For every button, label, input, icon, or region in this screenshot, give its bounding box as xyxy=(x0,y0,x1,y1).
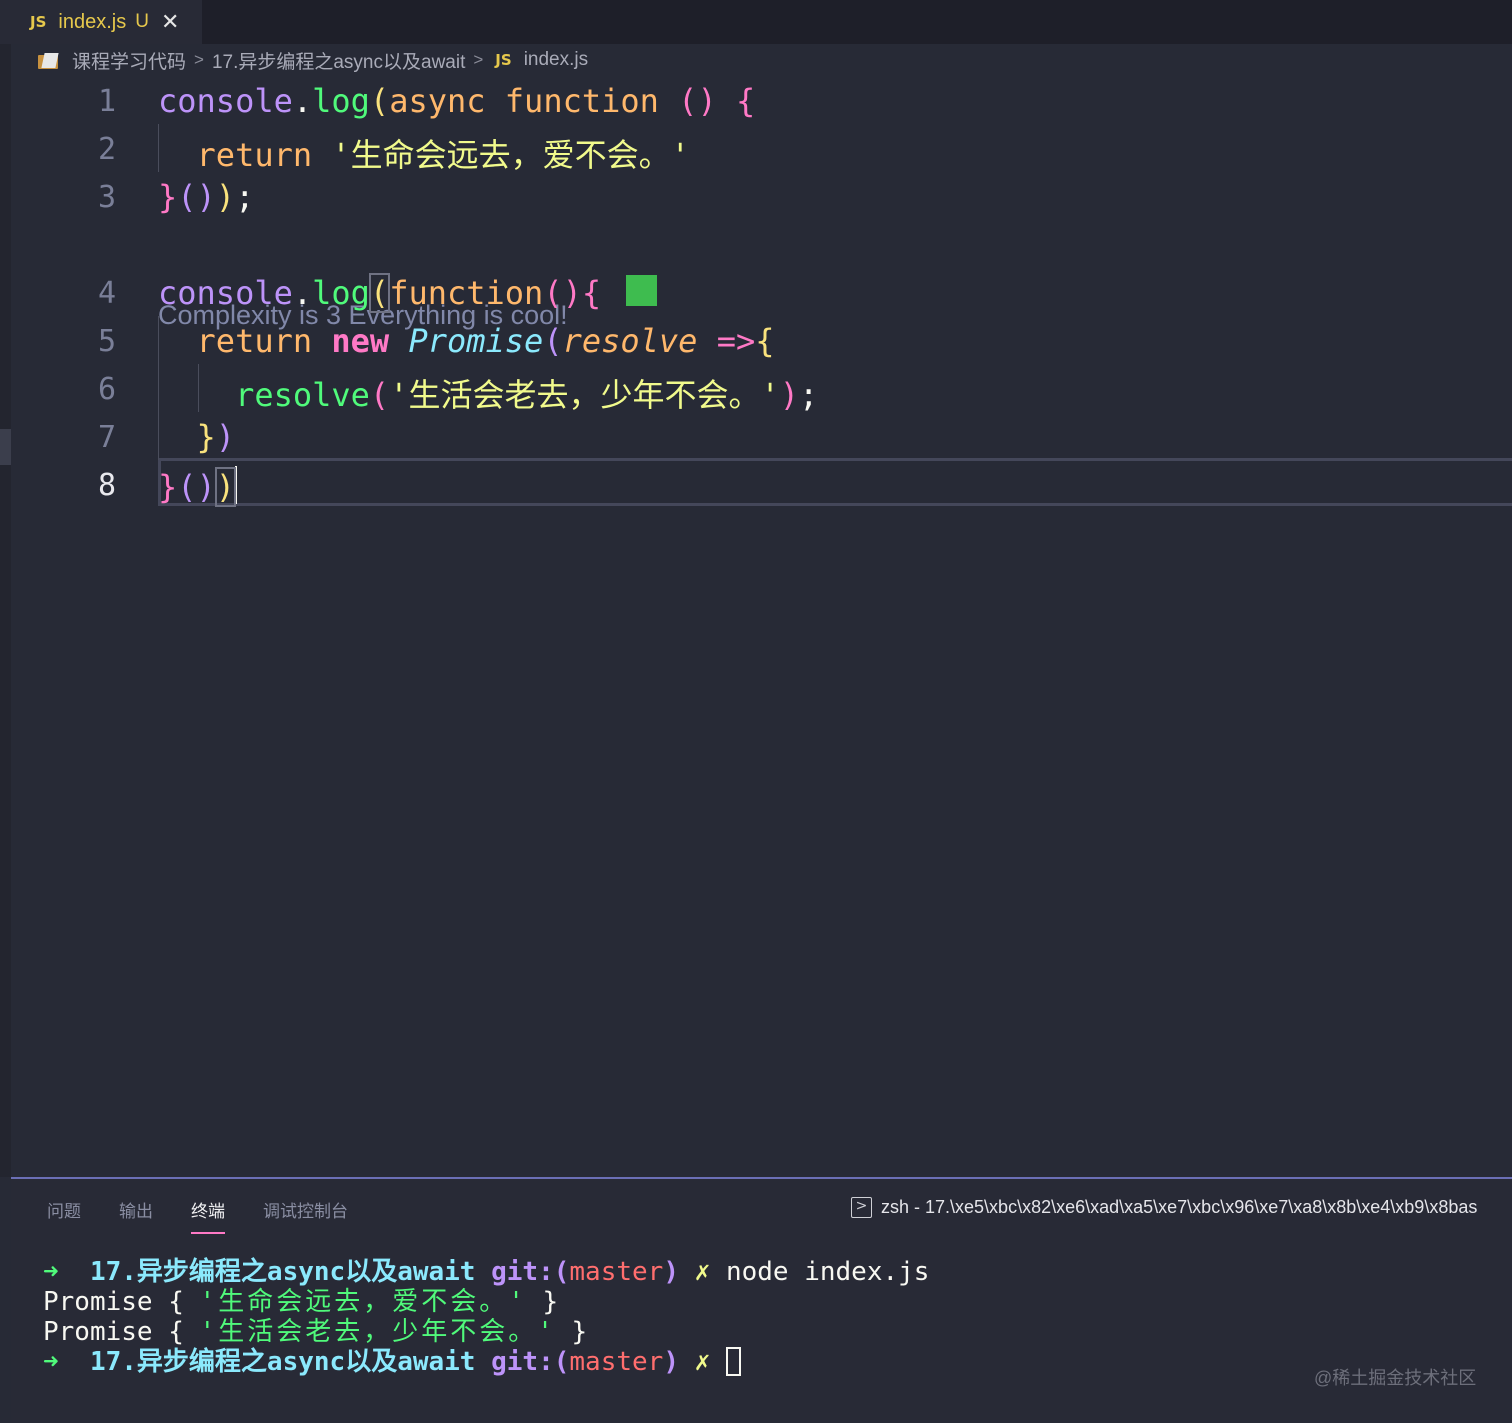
terminal-line: ➜ 17.异步编程之async以及await git:(master) ✗ xyxy=(43,1347,929,1377)
line-number: 4 xyxy=(97,276,116,311)
code-line: 7 }) xyxy=(0,412,1512,460)
line-number: 7 xyxy=(97,420,116,455)
terminal-icon: > xyxy=(851,1197,872,1218)
code-text: return '生命会远去，爱不会。' xyxy=(196,136,690,174)
code-text: console.log(function(){ xyxy=(158,273,658,313)
chevron-right-icon: > xyxy=(194,50,204,69)
breadcrumb-subfolder[interactable]: 17.异步编程之async以及await xyxy=(212,47,465,74)
tab-debug-console[interactable]: 调试控制台 xyxy=(263,1197,348,1234)
terminal-cursor xyxy=(725,1347,741,1376)
js-file-icon: JS xyxy=(30,13,47,31)
line-number: 1 xyxy=(97,84,116,119)
close-icon[interactable]: ✕ xyxy=(161,11,179,33)
tab-output[interactable]: 输出 xyxy=(119,1197,153,1234)
code-line: 1 console.log(async function () { xyxy=(0,76,1512,124)
breadcrumb-file[interactable]: index.js xyxy=(524,49,588,71)
chevron-right-icon: > xyxy=(473,50,484,69)
js-file-icon: JS xyxy=(495,51,512,69)
breadcrumb-folder[interactable]: 课程学习代码 xyxy=(72,47,186,74)
watermark: @稀土掘金技术社区 xyxy=(1314,1368,1477,1388)
panel-tabs: 问题 输出 终端 调试控制台 xyxy=(47,1197,386,1234)
tab-filename: index.js xyxy=(58,10,127,33)
line-number: 5 xyxy=(97,324,116,359)
terminal-line: Promise { '生命会远去，爱不会。' } xyxy=(43,1287,559,1317)
code-line: 6 resolve('生活会老去，少年不会。'); xyxy=(0,364,1512,414)
code-text: }()); xyxy=(158,178,255,216)
tab-terminal[interactable]: 终端 xyxy=(191,1197,225,1234)
code-line: 5 return new Promise(resolve =>{ xyxy=(0,316,1512,364)
code-line: 2 return '生命会远去，爱不会。' xyxy=(0,124,1512,174)
tab-problems[interactable]: 问题 xyxy=(47,1197,81,1234)
code-text: }()) xyxy=(158,466,238,507)
folder-icon xyxy=(38,51,60,69)
terminal-line: Promise { '生活会老去，少年不会。' } xyxy=(43,1317,588,1347)
terminal-selector[interactable]: > zsh - 17.\xe5\xbc\x82\xe6\xad\xa5\xe7\… xyxy=(851,1197,1477,1218)
code-editor[interactable]: 1 console.log(async function () { 2 retu… xyxy=(0,76,1512,516)
line-number: 3 xyxy=(97,180,116,215)
code-line: 8 }()) xyxy=(0,460,1512,508)
code-text: return new Promise(resolve =>{ xyxy=(196,322,775,360)
code-line: 4 console.log(function(){ xyxy=(0,268,1512,316)
line-number: 2 xyxy=(97,132,116,167)
code-text: }) xyxy=(196,418,236,456)
line-number: 6 xyxy=(97,372,116,407)
code-line: 3 }()); xyxy=(0,172,1512,220)
git-status-badge: U xyxy=(135,11,149,32)
color-swatch-icon xyxy=(626,275,658,306)
line-number: 8 xyxy=(97,468,116,503)
code-text: console.log(async function () { xyxy=(158,82,756,120)
tab-index-js[interactable]: JS index.js U ✕ xyxy=(0,0,202,44)
breadcrumb: 课程学习代码 > 17.异步编程之async以及await > JS index… xyxy=(38,46,588,74)
terminal-line: ➜ 17.异步编程之async以及await git:(master) ✗ no… xyxy=(43,1257,930,1287)
code-text: resolve('生活会老去，少年不会。'); xyxy=(235,376,819,414)
terminal-output[interactable]: ➜ 17.异步编程之async以及await git:(master) ✗ no… xyxy=(43,1257,929,1377)
editor-tab-bar: JS index.js U ✕ xyxy=(0,0,1512,44)
bottom-panel: 问题 输出 终端 调试控制台 > zsh - 17.\xe5\xbc\x82\x… xyxy=(11,1177,1512,1423)
text-cursor xyxy=(235,466,238,504)
terminal-title: zsh - 17.\xe5\xbc\x82\xe6\xad\xa5\xe7\xb… xyxy=(881,1197,1478,1217)
